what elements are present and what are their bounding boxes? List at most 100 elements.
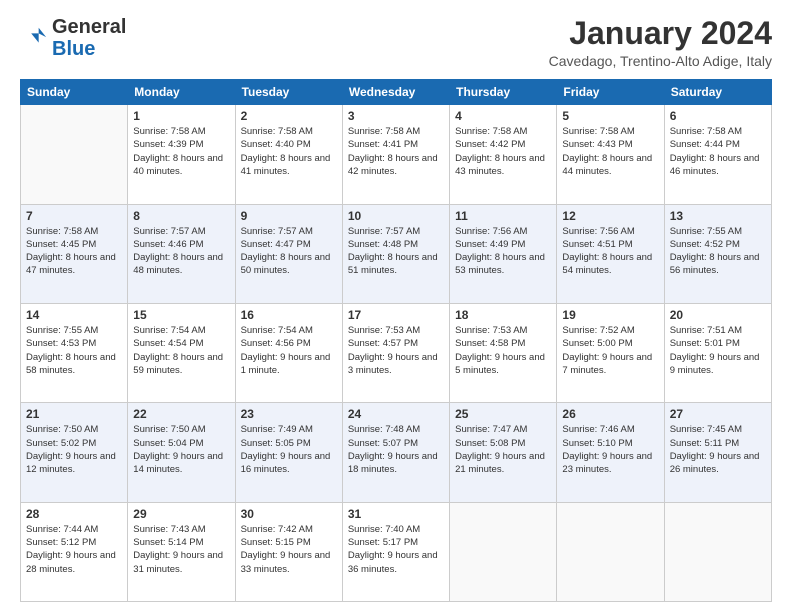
calendar-cell: 17 Sunrise: 7:53 AMSunset: 4:57 PMDayligh… [342, 303, 449, 402]
day-info: Sunrise: 7:55 AMSunset: 4:52 PMDaylight:… [670, 225, 766, 278]
day-info: Sunrise: 7:50 AMSunset: 5:04 PMDaylight:… [133, 423, 229, 476]
calendar-cell: 31 Sunrise: 7:40 AMSunset: 5:17 PMDayligh… [342, 502, 449, 601]
day-number: 27 [670, 407, 766, 421]
day-number: 9 [241, 209, 337, 223]
day-info: Sunrise: 7:44 AMSunset: 5:12 PMDaylight:… [26, 523, 122, 576]
day-info: Sunrise: 7:48 AMSunset: 5:07 PMDaylight:… [348, 423, 444, 476]
day-number: 15 [133, 308, 229, 322]
day-number: 14 [26, 308, 122, 322]
logo: General Blue [20, 16, 126, 60]
logo-blue-text: Blue [52, 38, 95, 60]
day-number: 20 [670, 308, 766, 322]
day-info: Sunrise: 7:58 AMSunset: 4:41 PMDaylight:… [348, 125, 444, 178]
calendar-cell: 28 Sunrise: 7:44 AMSunset: 5:12 PMDayligh… [21, 502, 128, 601]
day-number: 29 [133, 507, 229, 521]
day-info: Sunrise: 7:54 AMSunset: 4:54 PMDaylight:… [133, 324, 229, 377]
day-info: Sunrise: 7:57 AMSunset: 4:46 PMDaylight:… [133, 225, 229, 278]
day-number: 8 [133, 209, 229, 223]
day-info: Sunrise: 7:56 AMSunset: 4:51 PMDaylight:… [562, 225, 658, 278]
month-title: January 2024 [549, 16, 772, 51]
calendar-week-4: 21 Sunrise: 7:50 AMSunset: 5:02 PMDayligh… [21, 403, 772, 502]
day-info: Sunrise: 7:58 AMSunset: 4:43 PMDaylight:… [562, 125, 658, 178]
day-number: 21 [26, 407, 122, 421]
calendar-cell: 18 Sunrise: 7:53 AMSunset: 4:58 PMDayligh… [450, 303, 557, 402]
calendar-cell: 3 Sunrise: 7:58 AMSunset: 4:41 PMDaylight… [342, 105, 449, 204]
weekday-header-wednesday: Wednesday [342, 80, 449, 105]
day-number: 4 [455, 109, 551, 123]
calendar-cell: 2Sunrise: 7:58 AMSunset: 4:40 PMDaylight… [235, 105, 342, 204]
header: General Blue January 2024 Cavedago, Tren… [20, 16, 772, 69]
day-number: 26 [562, 407, 658, 421]
day-number: 16 [241, 308, 337, 322]
day-info: Sunrise: 7:57 AMSunset: 4:47 PMDaylight:… [241, 225, 337, 278]
day-number: 17 [348, 308, 444, 322]
title-area: January 2024 Cavedago, Trentino-Alto Adi… [549, 16, 772, 69]
calendar-cell [21, 105, 128, 204]
calendar-cell: 1 Sunrise: 7:58 AMSunset: 4:39 PMDaylight… [128, 105, 235, 204]
calendar-cell [557, 502, 664, 601]
calendar-cell: 23Sunrise: 7:49 AMSunset: 5:05 PMDayligh… [235, 403, 342, 502]
calendar-cell [450, 502, 557, 601]
day-info: Sunrise: 7:40 AMSunset: 5:17 PMDaylight:… [348, 523, 444, 576]
day-number: 1 [133, 109, 229, 123]
calendar-week-1: 1 Sunrise: 7:58 AMSunset: 4:39 PMDaylight… [21, 105, 772, 204]
day-info: Sunrise: 7:56 AMSunset: 4:49 PMDaylight:… [455, 225, 551, 278]
logo-general-text: General [52, 16, 126, 38]
logo-icon [20, 24, 48, 52]
location-title: Cavedago, Trentino-Alto Adige, Italy [549, 53, 772, 69]
weekday-header-thursday: Thursday [450, 80, 557, 105]
day-number: 12 [562, 209, 658, 223]
calendar-cell: 5Sunrise: 7:58 AMSunset: 4:43 PMDaylight… [557, 105, 664, 204]
weekday-header-sunday: Sunday [21, 80, 128, 105]
day-info: Sunrise: 7:53 AMSunset: 4:58 PMDaylight:… [455, 324, 551, 377]
calendar-cell: 16 Sunrise: 7:54 AMSunset: 4:56 PMDayligh… [235, 303, 342, 402]
day-info: Sunrise: 7:58 AMSunset: 4:39 PMDaylight:… [133, 125, 229, 178]
day-info: Sunrise: 7:50 AMSunset: 5:02 PMDaylight:… [26, 423, 122, 476]
day-info: Sunrise: 7:46 AMSunset: 5:10 PMDaylight:… [562, 423, 658, 476]
day-number: 6 [670, 109, 766, 123]
day-info: Sunrise: 7:51 AMSunset: 5:01 PMDaylight:… [670, 324, 766, 377]
day-info: Sunrise: 7:54 AMSunset: 4:56 PMDaylight:… [241, 324, 337, 377]
calendar-cell: 25 Sunrise: 7:47 AMSunset: 5:08 PMDayligh… [450, 403, 557, 502]
weekday-header-tuesday: Tuesday [235, 80, 342, 105]
calendar-cell: 9 Sunrise: 7:57 AMSunset: 4:47 PMDaylight… [235, 204, 342, 303]
day-number: 3 [348, 109, 444, 123]
weekday-header-saturday: Saturday [664, 80, 771, 105]
day-number: 18 [455, 308, 551, 322]
calendar-cell: 21 Sunrise: 7:50 AMSunset: 5:02 PMDayligh… [21, 403, 128, 502]
calendar-cell: 20 Sunrise: 7:51 AMSunset: 5:01 PMDayligh… [664, 303, 771, 402]
day-info: Sunrise: 7:55 AMSunset: 4:53 PMDaylight:… [26, 324, 122, 377]
day-info: Sunrise: 7:58 AMSunset: 4:45 PMDaylight:… [26, 225, 122, 278]
calendar-week-2: 7 Sunrise: 7:58 AMSunset: 4:45 PMDaylight… [21, 204, 772, 303]
calendar-cell: 27 Sunrise: 7:45 AMSunset: 5:11 PMDayligh… [664, 403, 771, 502]
day-number: 25 [455, 407, 551, 421]
day-info: Sunrise: 7:49 AMSunset: 5:05 PMDaylight:… [241, 423, 337, 476]
day-number: 13 [670, 209, 766, 223]
calendar-cell: 19Sunrise: 7:52 AMSunset: 5:00 PMDayligh… [557, 303, 664, 402]
calendar-cell: 10Sunrise: 7:57 AMSunset: 4:48 PMDayligh… [342, 204, 449, 303]
day-info: Sunrise: 7:43 AMSunset: 5:14 PMDaylight:… [133, 523, 229, 576]
calendar-cell: 11 Sunrise: 7:56 AMSunset: 4:49 PMDayligh… [450, 204, 557, 303]
calendar-cell [664, 502, 771, 601]
calendar-cell: 13 Sunrise: 7:55 AMSunset: 4:52 PMDayligh… [664, 204, 771, 303]
day-info: Sunrise: 7:47 AMSunset: 5:08 PMDaylight:… [455, 423, 551, 476]
calendar-cell: 15 Sunrise: 7:54 AMSunset: 4:54 PMDayligh… [128, 303, 235, 402]
day-info: Sunrise: 7:58 AMSunset: 4:42 PMDaylight:… [455, 125, 551, 178]
day-number: 11 [455, 209, 551, 223]
calendar-cell: 29 Sunrise: 7:43 AMSunset: 5:14 PMDayligh… [128, 502, 235, 601]
day-number: 22 [133, 407, 229, 421]
day-number: 7 [26, 209, 122, 223]
day-number: 30 [241, 507, 337, 521]
calendar-week-5: 28 Sunrise: 7:44 AMSunset: 5:12 PMDayligh… [21, 502, 772, 601]
day-number: 19 [562, 308, 658, 322]
weekday-header-friday: Friday [557, 80, 664, 105]
calendar-cell: 6 Sunrise: 7:58 AMSunset: 4:44 PMDaylight… [664, 105, 771, 204]
day-info: Sunrise: 7:58 AMSunset: 4:44 PMDaylight:… [670, 125, 766, 178]
day-info: Sunrise: 7:45 AMSunset: 5:11 PMDaylight:… [670, 423, 766, 476]
day-number: 28 [26, 507, 122, 521]
day-info: Sunrise: 7:53 AMSunset: 4:57 PMDaylight:… [348, 324, 444, 377]
day-number: 31 [348, 507, 444, 521]
calendar-week-3: 14 Sunrise: 7:55 AMSunset: 4:53 PMDayligh… [21, 303, 772, 402]
calendar-cell: 14 Sunrise: 7:55 AMSunset: 4:53 PMDayligh… [21, 303, 128, 402]
calendar-cell: 8 Sunrise: 7:57 AMSunset: 4:46 PMDaylight… [128, 204, 235, 303]
